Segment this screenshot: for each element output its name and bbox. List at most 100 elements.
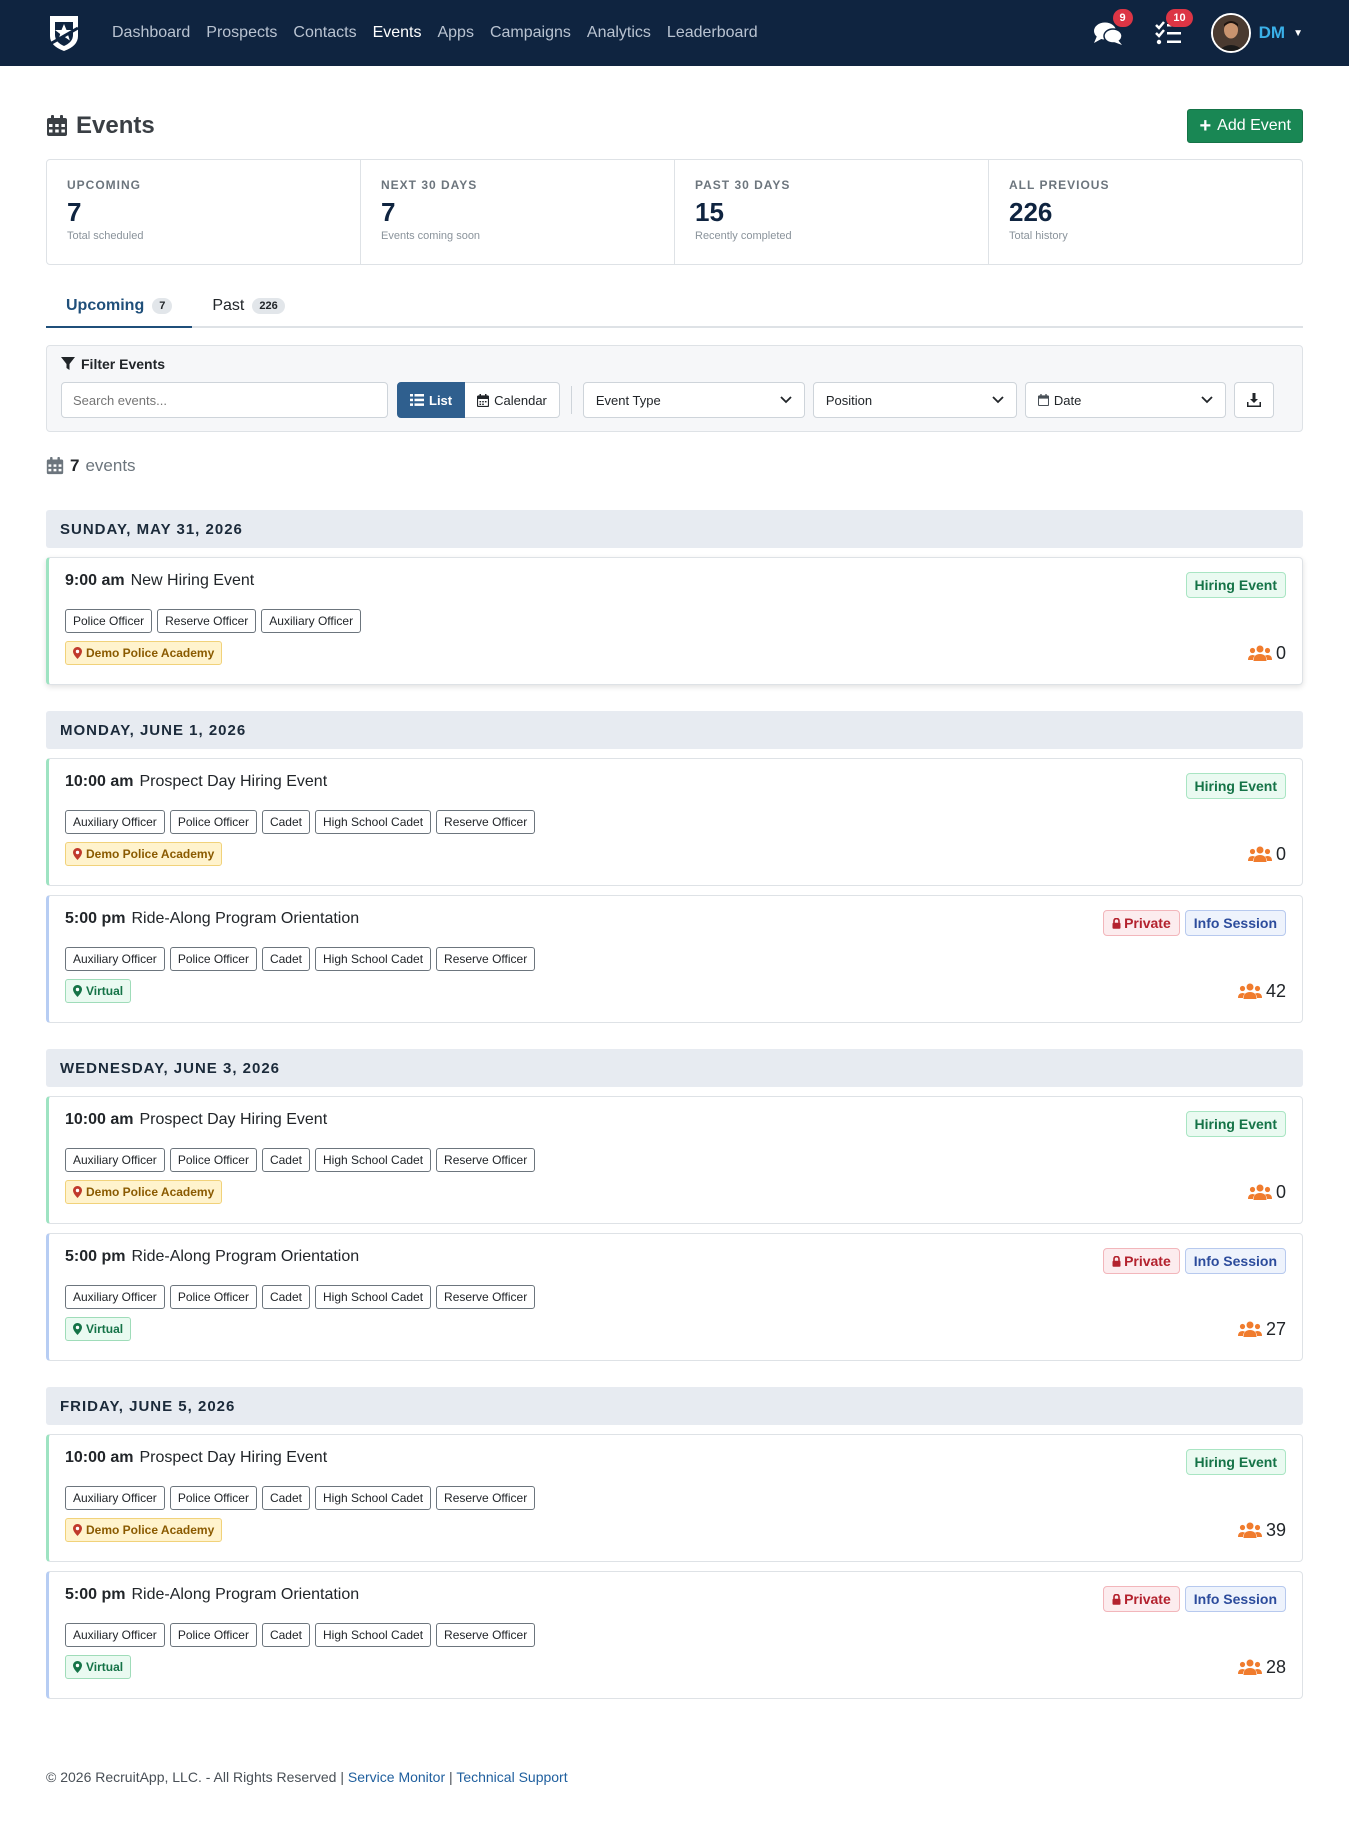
nav-link-analytics[interactable]: Analytics xyxy=(579,0,659,66)
event-name: New Hiring Event xyxy=(130,572,255,589)
export-button[interactable] xyxy=(1233,382,1274,418)
event-card[interactable]: 10:00 am Prospect Day Hiring Event Hiring … xyxy=(46,758,1303,886)
nav-link-events[interactable]: Events xyxy=(365,0,430,66)
stat-card-upcoming: UPCOMING 7 Total scheduled xyxy=(47,160,361,264)
filter-icon xyxy=(61,357,75,370)
event-card[interactable]: 9:00 am New Hiring Event Hiring Event Polic… xyxy=(46,557,1303,685)
event-type-badge: Hiring Event xyxy=(1185,1449,1286,1475)
search-input[interactable] xyxy=(61,382,388,418)
attendee-count: 42 xyxy=(1237,981,1286,1002)
event-title[interactable]: 10:00 am Prospect Day Hiring Event xyxy=(65,1449,327,1467)
position-tag: High School Cadet xyxy=(314,810,432,834)
event-time: 5:00 pm xyxy=(65,910,126,927)
position-tag: Auxiliary Officer xyxy=(65,947,165,971)
messages-button[interactable]: 9 xyxy=(1091,9,1133,48)
event-time: 5:00 pm xyxy=(65,1248,126,1265)
position-tags: Auxiliary Officer Police Officer Cadet High… xyxy=(65,810,1286,834)
position-tag: High School Cadet xyxy=(314,1623,432,1647)
map-marker-icon xyxy=(73,647,82,659)
stat-card-past-30-days: PAST 30 DAYS 15 Recently completed xyxy=(675,160,989,264)
nav-link-contacts[interactable]: Contacts xyxy=(285,0,364,66)
technical-support-link[interactable]: Technical Support xyxy=(456,1769,567,1785)
main-nav: Dashboard Prospects Contacts Events Apps Camp… xyxy=(104,0,766,66)
add-event-button[interactable]: + Add Event xyxy=(1187,108,1303,143)
tab-count-badge: 7 xyxy=(152,297,173,314)
event-title[interactable]: 9:00 am New Hiring Event xyxy=(65,572,254,590)
event-card[interactable]: 5:00 pm Ride-Along Program Orientation Pri… xyxy=(46,1571,1303,1699)
event-title[interactable]: 10:00 am Prospect Day Hiring Event xyxy=(65,773,327,791)
stat-card-next-30-days: NEXT 30 DAYS 7 Events coming soon xyxy=(361,160,675,264)
event-type-select[interactable]: Event Type xyxy=(582,382,805,418)
footer-separator: | xyxy=(449,1769,453,1785)
service-monitor-link[interactable]: Service Monitor xyxy=(348,1769,445,1785)
page-title: Events xyxy=(46,112,155,140)
position-tag: Auxiliary Officer xyxy=(65,1285,165,1309)
calendar-view-label: Calendar xyxy=(494,392,547,408)
attendee-number: 0 xyxy=(1275,843,1286,864)
location-badge: Virtual xyxy=(65,979,132,1003)
tasks-button[interactable]: 10 xyxy=(1151,9,1193,48)
position-tag: Police Officer xyxy=(169,1285,257,1309)
app-logo-icon[interactable] xyxy=(46,13,82,53)
day-header: SUNDAY, MAY 31, 2026 xyxy=(46,510,1303,548)
tab-past[interactable]: Past 226 xyxy=(192,285,304,326)
event-name: Ride-Along Program Orientation xyxy=(131,1586,360,1603)
event-title[interactable]: 5:00 pm Ride-Along Program Orientation xyxy=(65,910,359,928)
footer: © 2026 RecruitApp, LLC. - All Rights Res… xyxy=(0,1699,1349,1809)
stat-label: ALL PREVIOUS xyxy=(1009,178,1110,192)
event-footer: Virtual 27 xyxy=(65,1317,1286,1341)
event-card[interactable]: 5:00 pm Ride-Along Program Orientation Pri… xyxy=(46,1233,1303,1361)
position-tag: Cadet xyxy=(261,810,310,834)
nav-link-dashboard[interactable]: Dashboard xyxy=(104,0,198,66)
divider xyxy=(570,386,572,414)
location-label: Demo Police Academy xyxy=(86,1523,215,1537)
event-name: Ride-Along Program Orientation xyxy=(131,910,360,927)
attendee-number: 28 xyxy=(1265,1656,1286,1677)
users-icon xyxy=(1237,1659,1262,1675)
position-tag: Reserve Officer xyxy=(436,810,536,834)
event-card[interactable]: 10:00 am Prospect Day Hiring Event Hiring … xyxy=(46,1434,1303,1562)
event-title[interactable]: 5:00 pm Ride-Along Program Orientation xyxy=(65,1248,359,1266)
event-card[interactable]: 5:00 pm Ride-Along Program Orientation Pri… xyxy=(46,895,1303,1023)
nav-link-campaigns[interactable]: Campaigns xyxy=(482,0,579,66)
position-tag: Reserve Officer xyxy=(436,1285,536,1309)
position-tag: Reserve Officer xyxy=(436,1486,536,1510)
users-icon xyxy=(1247,645,1272,661)
plus-icon: + xyxy=(1199,114,1212,137)
calendar-view-button[interactable]: Calendar xyxy=(465,382,560,418)
event-badges: Hiring Event xyxy=(1185,773,1286,799)
list-view-button[interactable]: List xyxy=(397,382,466,418)
event-title[interactable]: 5:00 pm Ride-Along Program Orientation xyxy=(65,1586,359,1604)
tab-upcoming[interactable]: Upcoming 7 xyxy=(46,285,193,328)
events-count-label: events xyxy=(85,456,136,475)
footer-copyright: © 2026 RecruitApp, LLC. - All Rights Res… xyxy=(46,1769,344,1785)
nav-link-apps[interactable]: Apps xyxy=(429,0,481,66)
private-label: Private xyxy=(1124,1253,1171,1269)
map-marker-icon xyxy=(73,848,82,860)
event-card[interactable]: 10:00 am Prospect Day Hiring Event Hiring … xyxy=(46,1096,1303,1224)
attendee-count: 28 xyxy=(1237,1656,1286,1678)
position-tag: Reserve Officer xyxy=(157,609,257,633)
users-icon xyxy=(1237,1522,1262,1538)
event-header: 5:00 pm Ride-Along Program Orientation Pri… xyxy=(65,1586,1286,1612)
avatar xyxy=(1210,13,1251,53)
event-title[interactable]: 10:00 am Prospect Day Hiring Event xyxy=(65,1111,327,1129)
position-select[interactable]: Position xyxy=(812,382,1017,418)
event-header: 10:00 am Prospect Day Hiring Event Hiring … xyxy=(65,1449,1286,1475)
stat-subtitle: Events coming soon xyxy=(381,230,481,242)
add-event-label: Add Event xyxy=(1217,116,1291,134)
nav-link-leaderboard[interactable]: Leaderboard xyxy=(659,0,766,66)
location-label: Virtual xyxy=(86,1322,124,1336)
date-select[interactable]: Date xyxy=(1024,382,1226,418)
user-menu[interactable]: DM ▼ xyxy=(1210,13,1303,53)
event-header: 10:00 am Prospect Day Hiring Event Hiring … xyxy=(65,773,1286,799)
event-badges: Private Info Session xyxy=(1103,910,1286,936)
private-badge: Private xyxy=(1103,1586,1180,1612)
stat-value: 7 xyxy=(67,197,82,227)
stats-panel: UPCOMING 7 Total scheduled NEXT 30 DAYS 7 Eve… xyxy=(46,159,1303,265)
position-tag: Police Officer xyxy=(65,609,153,633)
nav-link-prospects[interactable]: Prospects xyxy=(198,0,285,66)
position-tag: Police Officer xyxy=(169,1486,257,1510)
map-marker-icon xyxy=(73,1323,82,1335)
day-header: FRIDAY, JUNE 5, 2026 xyxy=(46,1387,1303,1425)
